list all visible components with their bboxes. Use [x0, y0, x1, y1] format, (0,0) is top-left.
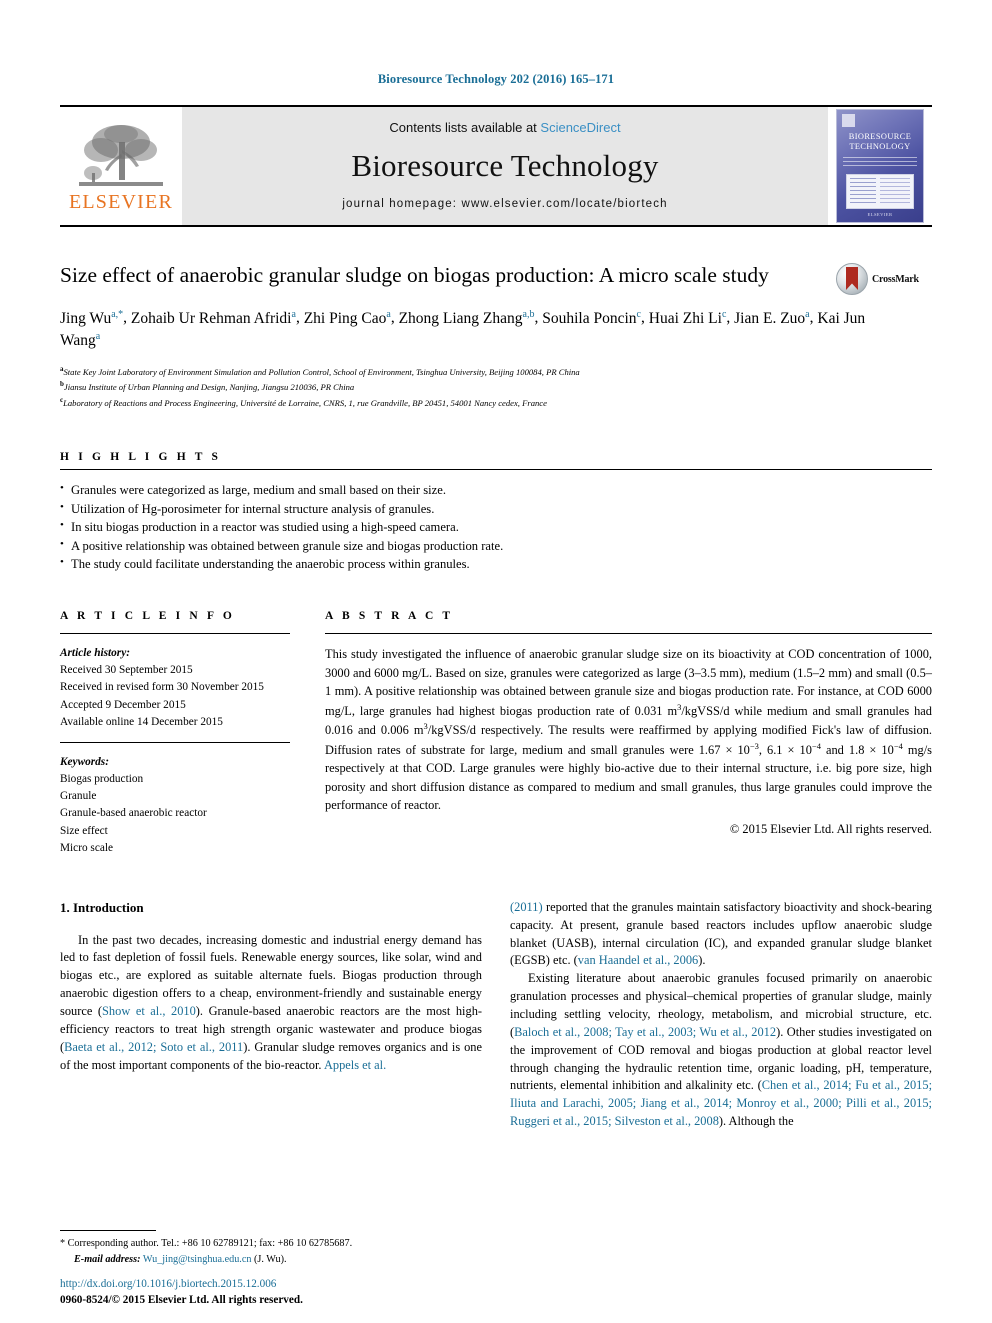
author-affiliation-mark: a	[95, 331, 101, 342]
author-name: Huai Zhi Lic	[648, 308, 727, 327]
introduction-paragraph-right-1: (2011) reported that the granules mainta…	[510, 899, 932, 968]
highlight-item: The study could facilitate understanding…	[60, 554, 932, 574]
cover-footer-text: ELSEVIER	[867, 212, 893, 217]
masthead-center: Contents lists available at ScienceDirec…	[182, 107, 828, 225]
highlight-item: A positive relationship was obtained bet…	[60, 536, 932, 556]
author-name: Zhong Liang Zhanga,b	[398, 308, 535, 327]
info-and-abstract: A R T I C L E I N F O Article history: R…	[60, 610, 932, 857]
journal-title: Bioresource Technology	[351, 148, 659, 183]
highlights-divider	[60, 468, 932, 470]
elsevier-wordmark: ELSEVIER	[68, 191, 174, 213]
corresponding-author-line: * Corresponding author. Tel.: +86 10 627…	[60, 1238, 353, 1250]
author-affiliation-mark: a	[386, 308, 391, 320]
elsevier-tree-icon	[79, 125, 163, 186]
article-history-label: Article history:	[60, 647, 130, 660]
journal-homepage-link[interactable]: journal homepage: www.elsevier.com/locat…	[342, 198, 667, 210]
introduction-section: 1. Introduction In the past two decades,…	[60, 899, 932, 1131]
keyword-item: Size effect	[60, 824, 108, 837]
highlights-section: H I G H L I G H T S Granules were catego…	[60, 451, 932, 574]
author-name: Zhi Ping Caoa	[303, 308, 391, 327]
cover-title-line-2: TECHNOLOGY	[849, 142, 911, 152]
imprint-block: http://dx.doi.org/10.1016/j.biortech.201…	[60, 1277, 520, 1309]
keywords-label: Keywords:	[60, 755, 109, 768]
crossmark-label: CrossMark	[872, 273, 919, 285]
highlight-item: Granules were categorized as large, medi…	[60, 480, 932, 500]
author-affiliation-mark: a,*	[111, 308, 124, 320]
keywords-divider	[60, 741, 290, 743]
footnote-divider	[60, 1230, 156, 1232]
keywords-block: Keywords: Biogas production Granule Granul…	[60, 754, 290, 857]
sciencedirect-link[interactable]: ScienceDirect	[540, 120, 620, 135]
abstract-heading: A B S T R A C T	[325, 610, 454, 623]
keyword-item: Biogas production	[60, 773, 144, 786]
affiliation-list: aState Key Joint Laboratory of Environme…	[60, 364, 932, 411]
title-area: CrossMark Size effect of anaerobic granu…	[60, 261, 932, 411]
cover-title: BIORESOURCE TECHNOLOGY	[837, 132, 923, 153]
affiliation-item: cLaboratory of Reactions and Process Eng…	[60, 396, 547, 409]
author-affiliation-mark: c	[721, 308, 727, 320]
journal-cover-thumbnail: BIORESOURCE TECHNOLOGY ELSEVIER	[836, 109, 924, 223]
introduction-paragraph-right-2: Existing literature about anaerobic gran…	[510, 971, 933, 1129]
author-affiliation-mark: a	[291, 308, 296, 320]
cover-elsevier-mark-icon	[842, 114, 855, 127]
article-history-item: Available online 14 December 2015	[60, 715, 223, 728]
highlights-heading: H I G H L I G H T S	[60, 450, 222, 463]
journal-cover-block: BIORESOURCE TECHNOLOGY ELSEVIER	[828, 107, 932, 225]
corresponding-author-footnote: * Corresponding author. Tel.: +86 10 627…	[60, 1230, 490, 1267]
introduction-left-column: 1. Introduction In the past two decades,…	[60, 899, 482, 1131]
introduction-heading: 1. Introduction	[60, 899, 144, 915]
affiliation-item: bJiansu Institute of Urban Planning and …	[60, 380, 355, 393]
article-history-item: Received in revised form 30 November 201…	[60, 681, 264, 694]
article-first-page: Bioresource Technology 202 (2016) 165–17…	[0, 0, 992, 1323]
keywords-items: Biogas production Granule Granule-based an…	[60, 771, 290, 857]
running-head: Bioresource Technology 202 (2016) 165–17…	[377, 72, 615, 86]
author-affiliation-mark: a,b	[522, 308, 535, 320]
corresponding-email-line: E-mail address: Wu_jing@tsinghua.edu.cn …	[60, 1252, 490, 1267]
contents-prefix: Contents lists available at	[389, 120, 541, 135]
article-info-heading: A R T I C L E I N F O	[60, 610, 235, 623]
abstract-column: A B S T R A C T This study investigated …	[325, 610, 932, 857]
highlights-list: Granules were categorized as large, medi…	[60, 480, 932, 574]
highlight-item: In situ biogas production in a reactor w…	[60, 517, 932, 537]
introduction-paragraph-left: In the past two decades, increasing dome…	[60, 932, 483, 1072]
highlight-item: Utilization of Hg-porosimeter for intern…	[60, 499, 932, 519]
keyword-item: Micro scale	[60, 841, 114, 854]
crossmark-badge-group[interactable]: CrossMark	[836, 263, 932, 295]
email-address-link[interactable]: Wu_jing@tsinghua.edu.cn	[143, 1254, 252, 1265]
journal-masthead: ELSEVIER Contents lists available at Sci…	[60, 105, 932, 227]
author-name: Jing Wua,*	[60, 308, 124, 327]
crossmark-icon	[836, 263, 868, 295]
abstract-divider	[325, 633, 932, 635]
author-affiliation-mark: a	[805, 308, 810, 320]
cover-subtitle-lines	[843, 157, 917, 169]
introduction-right-column: (2011) reported that the granules mainta…	[510, 899, 932, 1131]
affiliation-item: aState Key Joint Laboratory of Environme…	[60, 364, 580, 377]
cover-figure-box	[846, 174, 914, 209]
issn-copyright-line: 0960-8524/© 2015 Elsevier Ltd. All right…	[60, 1294, 303, 1307]
doi-link[interactable]: http://dx.doi.org/10.1016/j.biortech.201…	[60, 1277, 520, 1293]
elsevier-logo-block: ELSEVIER	[60, 107, 182, 225]
email-address-suffix: (J. Wu).	[254, 1253, 287, 1265]
author-name: Jian E. Zuoa	[734, 308, 810, 327]
article-info-divider	[60, 633, 290, 635]
page-title: Size effect of anaerobic granular sludge…	[60, 263, 769, 287]
article-history-items: Received 30 September 2015 Received in re…	[60, 662, 290, 731]
author-list: Jing Wua,*, Zohaib Ur Rehman Afridia, Zh…	[60, 308, 866, 350]
keyword-item: Granule-based anaerobic reactor	[60, 807, 207, 820]
article-history-item: Received 30 September 2015	[60, 664, 193, 677]
article-info-column: A R T I C L E I N F O Article history: R…	[60, 610, 290, 857]
author-name: Souhila Poncinc	[542, 308, 641, 327]
author-name: Zohaib Ur Rehman Afridia	[130, 308, 296, 327]
contents-available-line: Contents lists available at ScienceDirec…	[389, 120, 620, 135]
cover-title-line-1: BIORESOURCE	[848, 132, 912, 141]
article-history-item: Accepted 9 December 2015	[60, 698, 186, 711]
author-affiliation-mark: c	[636, 308, 641, 320]
email-address-label: E-mail address:	[74, 1253, 141, 1265]
article-history-block: Article history: Received 30 September 2…	[60, 645, 290, 731]
keyword-item: Granule	[60, 790, 97, 803]
abstract-copyright: © 2015 Elsevier Ltd. All rights reserved…	[729, 821, 932, 836]
abstract-text: This study investigated the influence of…	[325, 647, 932, 813]
